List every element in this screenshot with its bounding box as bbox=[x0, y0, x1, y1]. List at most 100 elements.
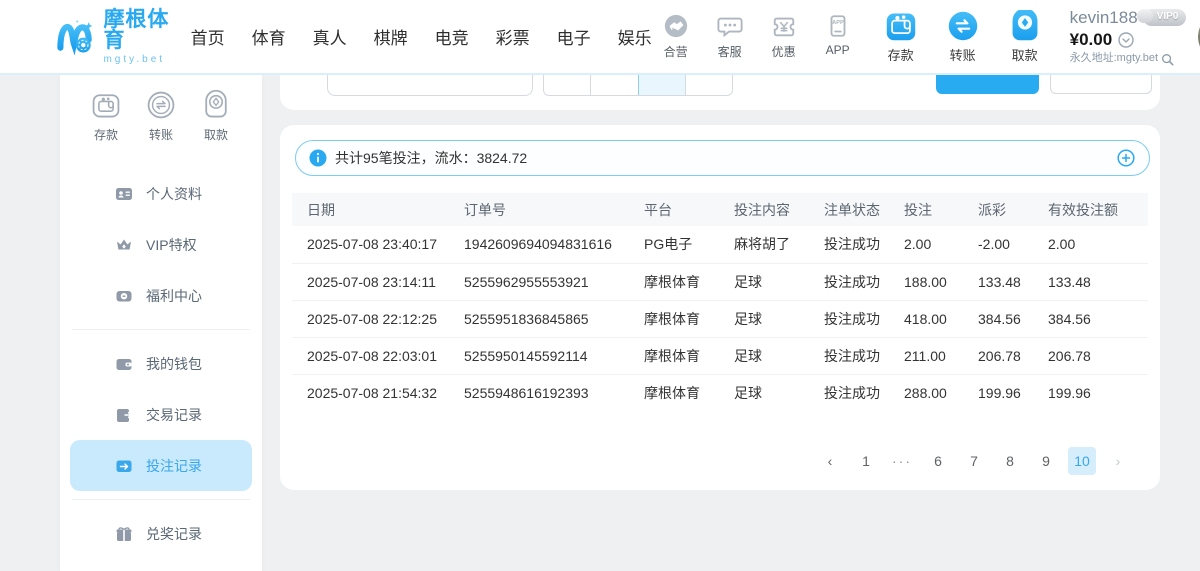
profile-icon bbox=[115, 185, 133, 203]
date-range-segment bbox=[543, 75, 733, 96]
sidebar-menu: 个人资料 VIP特权 福利中心 我的钱包 交易记录 投注记录 兑奖记录 bbox=[60, 168, 262, 559]
redeem-icon bbox=[115, 525, 133, 543]
app-download-link[interactable]: APP bbox=[818, 13, 858, 60]
pagination-next[interactable]: › bbox=[1104, 447, 1132, 475]
vip-icon bbox=[115, 236, 133, 254]
nav-item-live[interactable]: 真人 bbox=[309, 18, 351, 55]
nav-item-esports[interactable]: 电竞 bbox=[431, 18, 473, 55]
date-range-option-1[interactable] bbox=[544, 75, 590, 95]
pagination-page-10[interactable]: 10 bbox=[1068, 447, 1096, 475]
main-nav: 首页 体育 真人 棋牌 电竞 彩票 电子 娱乐 bbox=[187, 18, 656, 55]
table-header-row: 日期 订单号 平台 投注内容 注单状态 投注 派彩 有效投注额 bbox=[292, 193, 1148, 226]
sidebar-item-bet-records[interactable]: 投注记录 bbox=[70, 440, 252, 491]
welfare-icon bbox=[115, 287, 133, 305]
bet-records-table: 日期 订单号 平台 投注内容 注单状态 投注 派彩 有效投注额 2025-07-… bbox=[292, 193, 1148, 411]
search-button[interactable] bbox=[936, 75, 1039, 94]
transfer-icon bbox=[947, 10, 979, 42]
date-range-option-3-selected[interactable] bbox=[638, 75, 685, 95]
withdraw-icon bbox=[200, 89, 232, 121]
promo-link[interactable]: 优惠 bbox=[764, 13, 804, 60]
permanent-url: 永久地址:mgty.bet bbox=[1070, 52, 1158, 66]
date-range-option-4[interactable] bbox=[685, 75, 732, 95]
balance-dropdown-icon[interactable] bbox=[1118, 32, 1134, 48]
sidebar-item-transactions[interactable]: 交易记录 bbox=[60, 389, 262, 440]
deposit-icon bbox=[90, 89, 122, 121]
username: kevin188 bbox=[1070, 7, 1138, 28]
col-header-status: 注单状态 bbox=[820, 193, 900, 226]
pagination-page-1[interactable]: 1 bbox=[852, 447, 880, 475]
pagination-ellipsis[interactable]: ··· bbox=[888, 447, 916, 475]
user-info: kevin188 VIP0 ¥0.00 永久地址:mgty.bet bbox=[1070, 7, 1187, 66]
main-content: 共计95笔投注，流水：3824.72 日期 订单号 平台 投注内容 注单状态 投… bbox=[280, 75, 1160, 571]
nav-item-cards[interactable]: 棋牌 bbox=[370, 18, 412, 55]
nav-item-entertainment[interactable]: 娱乐 bbox=[614, 18, 656, 55]
transfer-icon bbox=[145, 89, 177, 121]
app-download-icon bbox=[825, 13, 851, 39]
nav-item-sports[interactable]: 体育 bbox=[248, 18, 290, 55]
pagination-prev[interactable]: ‹ bbox=[816, 447, 844, 475]
balance-amount: ¥0.00 bbox=[1070, 29, 1113, 50]
sidebar: 存款 转账 取款 个人资料 VIP特权 福利中心 我的钱包 bbox=[60, 75, 262, 571]
pagination-page-6[interactable]: 6 bbox=[924, 447, 952, 475]
summary-text: 共计95笔投注，流水：3824.72 bbox=[335, 148, 527, 168]
pagination-page-8[interactable]: 8 bbox=[996, 447, 1024, 475]
expand-plus-icon[interactable] bbox=[1117, 149, 1135, 167]
magnifier-icon[interactable] bbox=[1161, 53, 1174, 66]
sidebar-transfer-button[interactable]: 转账 bbox=[139, 89, 183, 143]
brand-logo-icon bbox=[55, 12, 95, 62]
withdraw-button[interactable]: 取款 bbox=[1002, 10, 1048, 64]
sidebar-divider bbox=[72, 499, 250, 500]
col-header-content: 投注内容 bbox=[730, 193, 820, 226]
payout-cell: -2.00 bbox=[974, 226, 1044, 263]
nav-item-slots[interactable]: 电子 bbox=[553, 18, 595, 55]
payout-cell: 206.78 bbox=[974, 337, 1044, 374]
sidebar-quick-actions: 存款 转账 取款 bbox=[60, 75, 262, 143]
summary-bar: 共计95笔投注，流水：3824.72 bbox=[295, 140, 1150, 176]
sidebar-item-redeem-records[interactable]: 兑奖记录 bbox=[60, 508, 262, 559]
table-row: 2025-07-08 21:54:32 5255948616192393 摩根体… bbox=[292, 374, 1148, 411]
col-header-platform: 平台 bbox=[640, 193, 730, 226]
sidebar-item-wallet[interactable]: 我的钱包 bbox=[60, 338, 262, 389]
bet-records-card: 共计95笔投注，流水：3824.72 日期 订单号 平台 投注内容 注单状态 投… bbox=[280, 125, 1160, 490]
sidebar-withdraw-button[interactable]: 取款 bbox=[194, 89, 238, 143]
filter-input[interactable] bbox=[327, 75, 533, 96]
sidebar-item-welfare[interactable]: 福利中心 bbox=[60, 270, 262, 321]
brand-logo[interactable]: 摩根体育 mgty.bet bbox=[55, 9, 175, 65]
table-row: 2025-07-08 23:40:17 1942609694094831616 … bbox=[292, 226, 1148, 263]
col-header-order: 订单号 bbox=[460, 193, 640, 226]
reset-button[interactable] bbox=[1050, 75, 1152, 94]
header-wallet-actions: 存款 转账 取款 bbox=[878, 10, 1048, 64]
info-icon bbox=[309, 149, 327, 167]
nav-item-lottery[interactable]: 彩票 bbox=[492, 18, 534, 55]
deposit-icon bbox=[885, 10, 917, 42]
col-header-bet: 投注 bbox=[900, 193, 974, 226]
withdraw-icon bbox=[1009, 10, 1041, 42]
wallet-icon bbox=[115, 355, 133, 373]
promo-icon bbox=[771, 13, 797, 39]
customer-service-icon bbox=[717, 13, 743, 39]
col-header-date: 日期 bbox=[292, 193, 460, 226]
brand-subtitle: mgty.bet bbox=[103, 55, 174, 65]
payout-cell: 384.56 bbox=[974, 300, 1044, 337]
top-header: 摩根体育 mgty.bet 首页 体育 真人 棋牌 电竞 彩票 电子 娱乐 合营… bbox=[0, 0, 1200, 75]
sidebar-deposit-button[interactable]: 存款 bbox=[84, 89, 128, 143]
sidebar-item-profile[interactable]: 个人资料 bbox=[60, 168, 262, 219]
pagination-page-7[interactable]: 7 bbox=[960, 447, 988, 475]
date-range-option-2[interactable] bbox=[590, 75, 637, 95]
pagination-page-9[interactable]: 9 bbox=[1032, 447, 1060, 475]
deposit-button[interactable]: 存款 bbox=[878, 10, 924, 64]
pagination: ‹ 1 ··· 6 7 8 9 10 › bbox=[816, 447, 1132, 475]
col-header-payout: 派彩 bbox=[974, 193, 1044, 226]
customer-service-link[interactable]: 客服 bbox=[710, 13, 750, 60]
payout-cell: 133.48 bbox=[974, 263, 1044, 300]
quick-links: 合营 客服 优惠 APP bbox=[656, 13, 858, 60]
partnership-icon bbox=[663, 13, 689, 39]
sidebar-item-vip[interactable]: VIP特权 bbox=[60, 219, 262, 270]
col-header-valid: 有效投注额 bbox=[1044, 193, 1148, 226]
sidebar-divider bbox=[72, 329, 250, 330]
nav-item-home[interactable]: 首页 bbox=[187, 18, 229, 55]
payout-cell: 199.96 bbox=[974, 374, 1044, 411]
partnership-link[interactable]: 合营 bbox=[656, 13, 696, 60]
transfer-button[interactable]: 转账 bbox=[940, 10, 986, 64]
vip-badge: VIP0 bbox=[1143, 9, 1187, 26]
